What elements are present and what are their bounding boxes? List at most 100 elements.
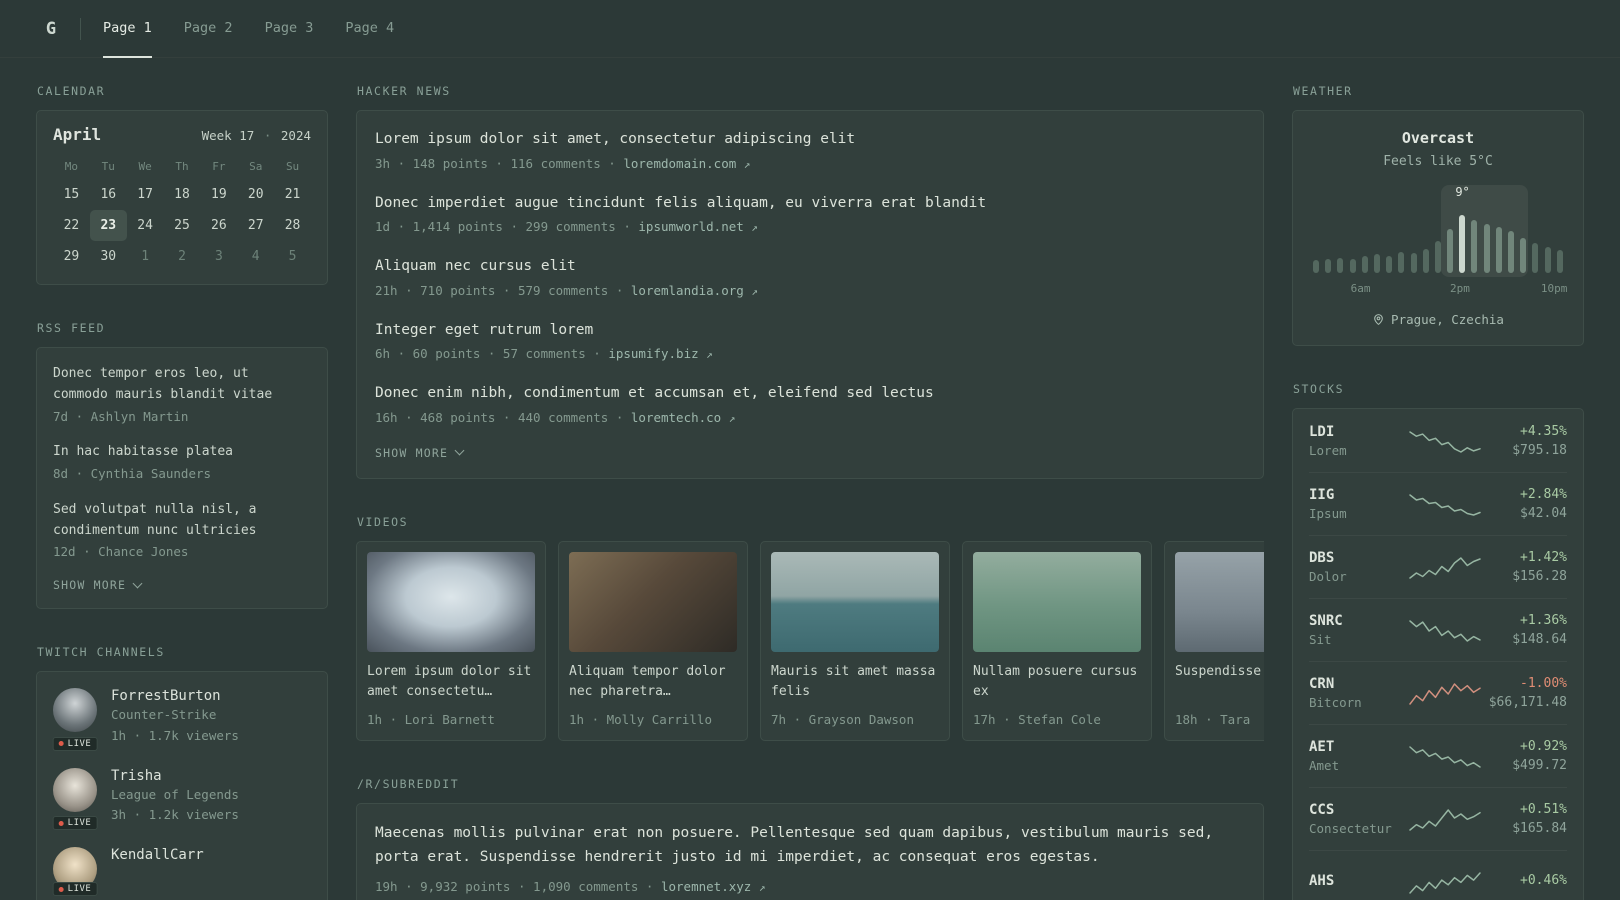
stock-symbol: IIG: [1309, 487, 1335, 503]
stock-row[interactable]: IIG Ipsum +2.84% $42.04: [1309, 472, 1567, 535]
videos-section-title: VIDEOS: [357, 514, 409, 529]
rss-item-title[interactable]: Donec tempor eros leo, ut commodo mauris…: [53, 364, 311, 406]
rss-show-more-button[interactable]: SHOW MORE: [53, 578, 143, 592]
twitch-channel-row[interactable]: LIVE ForrestBurton Counter-Strike 1h · 1…: [52, 688, 311, 751]
rss-section: RSS FEED Donec tempor eros leo, ut commo…: [36, 321, 328, 610]
calendar-day: 15: [63, 187, 80, 202]
channel-avatar-image: [53, 767, 97, 812]
calendar-week: Week 17: [201, 128, 255, 143]
hn-meta-text: 6h · 60 points · 57 comments ·: [375, 346, 601, 362]
weather-bar: [1508, 231, 1514, 273]
hn-section-title: HACKER NEWS: [357, 84, 451, 98]
stock-row[interactable]: DBS Dolor +1.42% $156.28: [1309, 535, 1567, 598]
hn-domain-link[interactable]: ipsumworld.net ↗: [638, 219, 758, 234]
hn-item-title[interactable]: Donec imperdiet augue tincidunt felis al…: [375, 193, 1245, 215]
channel-name[interactable]: Trisha: [111, 768, 162, 784]
weather-bar: [1532, 243, 1539, 273]
stock-row[interactable]: AET Amet +0.92% $499.72: [1309, 724, 1567, 787]
video-card[interactable]: Nullam posuere cursus ex 17h · Stefan Co…: [962, 540, 1152, 741]
video-title: Lorem ipsum dolor sit amet consectetu…: [367, 663, 532, 700]
hn-item-title[interactable]: Integer eget rutrum lorem: [375, 320, 1245, 342]
stock-row[interactable]: LDI Lorem +4.35% $795.18: [1309, 409, 1567, 472]
domain-text: ipsumworld.net: [638, 219, 744, 235]
stock-price: $42.04: [1520, 506, 1567, 521]
hn-item: Lorem ipsum dolor sit amet, consectetur …: [375, 129, 1245, 174]
calendar-day: 21: [284, 187, 301, 202]
channel-game[interactable]: League of Legends: [111, 786, 239, 805]
chevron-down-icon: [454, 445, 465, 456]
video-card[interactable]: Mauris sit amet massa felis 7h · Grayson…: [760, 540, 950, 741]
twitch-widget: LIVE ForrestBurton Counter-Strike 1h · 1…: [36, 671, 328, 900]
weather-location: Prague, Czechia: [1309, 312, 1567, 327]
weather-bar: [1325, 259, 1332, 273]
calendar-day: 3: [214, 249, 223, 264]
stock-row[interactable]: CRN Bitcorn -1.00% $66,171.48: [1309, 661, 1567, 724]
hn-item-title[interactable]: Lorem ipsum dolor sit amet, consectetur …: [375, 129, 1245, 151]
stock-row[interactable]: CCS Consectetur +0.51% $165.84: [1309, 787, 1567, 850]
avatar: LIVE: [52, 847, 98, 897]
weather-bar: [1447, 229, 1454, 273]
hn-item-title[interactable]: Donec enim nibh, condimentum et accumsan…: [375, 383, 1245, 405]
stock-sparkline: [1409, 430, 1481, 453]
hn-item: Aliquam nec cursus elit 21h · 710 points…: [375, 256, 1245, 301]
tab-page-3[interactable]: Page 3: [265, 0, 314, 58]
tab-page-2[interactable]: Page 2: [184, 0, 233, 58]
hn-item-meta: 1d · 1,414 points · 299 comments · ipsum…: [375, 218, 1245, 237]
calendar-dow-label: Su: [285, 160, 300, 173]
subreddit-widget: Maecenas mollis pulvinar erat non posuer…: [356, 802, 1264, 900]
channel-name[interactable]: KendallCarr: [111, 847, 204, 863]
hn-item-meta: 3h · 148 points · 116 comments · loremdo…: [375, 155, 1245, 174]
video-card[interactable]: Suspendisse diam 18h · Tara: [1164, 540, 1264, 741]
subreddit-section: /R/SUBREDDIT Maecenas mollis pulvinar er…: [356, 777, 1264, 900]
stock-row[interactable]: AHS +0.46%: [1309, 850, 1567, 900]
stock-sparkline: [1409, 620, 1481, 642]
video-card[interactable]: Lorem ipsum dolor sit amet consectetu… 1…: [356, 540, 546, 741]
stock-symbol: SNRC: [1309, 613, 1343, 629]
hn-domain-link[interactable]: loremlandia.org ↗: [631, 283, 758, 298]
hn-domain-link[interactable]: loremdomain.com ↗: [623, 156, 750, 171]
twitch-channel-row[interactable]: LIVE KendallCarr: [52, 847, 311, 897]
hn-item-title[interactable]: Aliquam nec cursus elit: [375, 256, 1245, 278]
rss-item-title[interactable]: Sed volutpat nulla nisl, a condimentum n…: [53, 500, 311, 542]
weather-bar: [1556, 250, 1563, 273]
stock-price: $499.72: [1512, 758, 1567, 773]
app-logo[interactable]: G: [36, 19, 66, 39]
subreddit-post-meta: 19h · 9,932 points · 1,090 comments · lo…: [375, 878, 1245, 897]
hn-item: Donec imperdiet augue tincidunt felis al…: [375, 193, 1245, 238]
video-title: Mauris sit amet massa felis: [771, 663, 936, 700]
video-thumbnail: [569, 551, 737, 652]
external-link-icon: ↗: [728, 411, 736, 425]
weather-bar: [1520, 238, 1527, 273]
rss-item-title[interactable]: In hac habitasse platea: [53, 442, 311, 463]
hn-domain-link[interactable]: ipsumify.biz ↗: [608, 346, 712, 361]
hn-domain-link[interactable]: loremtech.co ↗: [631, 410, 735, 425]
subreddit-post-title[interactable]: Maecenas mollis pulvinar erat non posuer…: [375, 822, 1245, 870]
weather-bar: [1434, 241, 1441, 273]
channel-name[interactable]: ForrestBurton: [111, 688, 221, 704]
stock-name: Ipsum: [1309, 506, 1347, 521]
calendar-widget: April Week 17 · 2024 Mo Tu We Th Fr Sa Su 15 16…: [36, 110, 328, 285]
calendar-year: 2024: [280, 128, 311, 143]
weather-bar: [1544, 247, 1551, 273]
live-label: LIVE: [67, 818, 92, 829]
twitch-channel-row[interactable]: LIVE Trisha League of Legends 3h · 1.2k …: [52, 767, 311, 831]
weather-section-title: WEATHER: [1293, 84, 1353, 98]
stock-row[interactable]: SNRC Sit +1.36% $148.64: [1309, 598, 1567, 661]
header-divider: [80, 17, 81, 40]
stock-change: -1.00%: [1520, 676, 1567, 691]
hn-item-meta: 6h · 60 points · 57 comments · ipsumify.…: [375, 345, 1245, 364]
calendar-day: 26: [211, 218, 227, 233]
weather-section: WEATHER Overcast Feels like 5°C 9° 6am 2p…: [1292, 84, 1584, 346]
stock-symbol: LDI: [1309, 423, 1335, 440]
video-card[interactable]: Aliquam tempor dolor nec pharetra… 1h · …: [558, 540, 748, 741]
channel-game[interactable]: Counter-Strike: [111, 706, 239, 725]
tab-page-1[interactable]: Page 1: [103, 0, 152, 58]
hn-item: Donec enim nibh, condimentum et accumsan…: [375, 383, 1245, 428]
subreddit-meta-text: 19h · 9,932 points · 1,090 comments ·: [375, 878, 654, 894]
subreddit-domain-link[interactable]: loremnet.xyz ↗: [661, 879, 765, 894]
hn-show-more-button[interactable]: SHOW MORE: [375, 445, 465, 460]
calendar-day: 16: [100, 187, 117, 202]
video-meta: 17h · Stefan Cole: [973, 712, 1101, 728]
tab-page-4[interactable]: Page 4: [345, 0, 394, 58]
center-column: HACKER NEWS Lorem ipsum dolor sit amet, …: [356, 84, 1264, 900]
